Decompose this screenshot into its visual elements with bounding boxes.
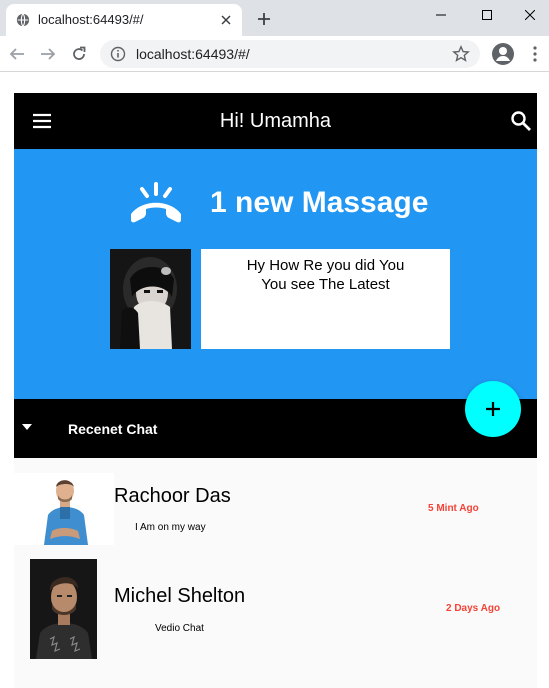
ringing-phone-icon bbox=[131, 182, 181, 223]
info-icon[interactable] bbox=[110, 46, 126, 62]
app-bar: Hi! Umamha bbox=[14, 93, 537, 149]
maximize-icon bbox=[482, 10, 492, 20]
recent-chat-header[interactable]: Recenet Chat bbox=[14, 399, 537, 458]
chat-contact-name: Rachoor Das bbox=[114, 485, 231, 507]
browser-menu-button[interactable] bbox=[524, 42, 546, 66]
close-icon bbox=[221, 15, 231, 25]
back-button[interactable] bbox=[4, 41, 30, 67]
browser-toolbar: localhost:64493/#/ bbox=[0, 36, 549, 72]
chat-contact-name: Michel Shelton bbox=[114, 585, 246, 607]
chat-last-message: I Am on my way bbox=[135, 522, 206, 533]
app-title: Hi! Umamha bbox=[219, 110, 332, 132]
list-item[interactable]: Michel Shelton Vedio Chat 2 Days Ago bbox=[14, 553, 537, 659]
address-url: localhost:64493/#/ bbox=[136, 46, 250, 62]
message-preview-line-2: You see The Latest bbox=[261, 276, 390, 293]
banner-title: 1 new Massage bbox=[210, 186, 429, 219]
list-item[interactable]: Rachoor Das I Am on my way 5 Mint Ago bbox=[14, 465, 537, 557]
close-icon bbox=[524, 10, 535, 20]
browser-tab[interactable]: localhost:64493/#/ bbox=[6, 4, 242, 36]
minimize-icon bbox=[436, 14, 446, 16]
avatar bbox=[14, 473, 114, 545]
chat-timestamp: 5 Mint Ago bbox=[428, 503, 479, 514]
address-bar[interactable]: localhost:64493/#/ bbox=[100, 40, 480, 68]
caret-down-icon[interactable] bbox=[21, 423, 33, 431]
new-message-banner: 1 new Massage Hy How Re you did You You … bbox=[14, 149, 537, 399]
message-preview-line-1: Hy How Re you did You bbox=[246, 257, 405, 274]
tab-title: localhost:64493/#/ bbox=[38, 12, 144, 27]
reload-icon bbox=[73, 46, 86, 60]
more-vert-icon bbox=[533, 46, 537, 62]
app-container: Hi! Umamha 1 new Massage Hy How Re you d… bbox=[14, 93, 537, 688]
avatar bbox=[30, 559, 97, 659]
globe-icon bbox=[16, 13, 30, 27]
profile-icon[interactable] bbox=[491, 42, 515, 66]
forward-arrow-icon bbox=[41, 48, 56, 60]
chat-timestamp: 2 Days Ago bbox=[446, 603, 501, 614]
browser-tabstrip: localhost:64493/#/ bbox=[0, 0, 549, 36]
forward-button[interactable] bbox=[35, 41, 61, 67]
add-chat-button[interactable] bbox=[465, 381, 521, 437]
search-icon[interactable] bbox=[509, 109, 533, 133]
window-close-button[interactable] bbox=[510, 0, 549, 30]
window-maximize-button[interactable] bbox=[464, 0, 510, 30]
sender-photo bbox=[110, 249, 191, 349]
recent-chat-label: Recenet Chat bbox=[68, 421, 158, 437]
back-arrow-icon bbox=[9, 48, 24, 60]
window-minimize-button[interactable] bbox=[418, 0, 464, 30]
plus-icon bbox=[258, 13, 270, 25]
plus-icon bbox=[486, 402, 500, 416]
star-icon[interactable] bbox=[452, 45, 470, 63]
reload-button[interactable] bbox=[66, 41, 92, 67]
tab-close-button[interactable] bbox=[216, 10, 236, 30]
new-tab-button[interactable] bbox=[252, 7, 276, 31]
message-preview-card[interactable]: Hy How Re you did You You see The Latest bbox=[201, 249, 450, 349]
chat-last-message: Vedio Chat bbox=[155, 623, 204, 634]
